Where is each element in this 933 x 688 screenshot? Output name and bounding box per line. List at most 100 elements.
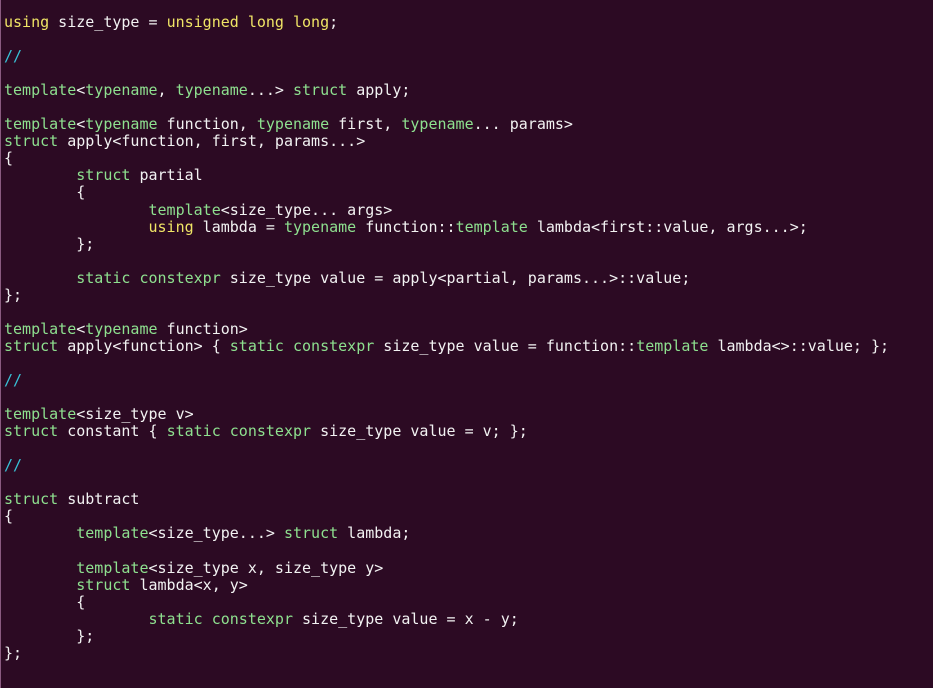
code-token-normal: <size_type x, size_type y> xyxy=(148,558,384,577)
code-token-keyword: typename xyxy=(85,319,158,338)
code-line[interactable]: }; xyxy=(4,285,889,304)
code-token-keyword: typename xyxy=(401,115,474,134)
code-line[interactable]: struct subtract xyxy=(4,491,889,508)
code-token-keyword: typename xyxy=(256,115,330,134)
code-line[interactable]: using size_type = unsigned long long; xyxy=(4,13,889,31)
code-line[interactable]: }; xyxy=(4,626,889,645)
code-token-normal: size_type value = apply<partial, params.… xyxy=(220,268,691,287)
code-line[interactable]: static constexpr size_type value = x - y… xyxy=(4,609,889,628)
code-line[interactable]: { xyxy=(4,150,889,167)
code-token-normal xyxy=(4,166,76,184)
code-line[interactable]: // xyxy=(4,457,889,474)
code-token-keyword: static constexpr xyxy=(148,609,294,628)
code-token-normal: <size_type v> xyxy=(76,405,194,424)
code-editor[interactable]: using size_type = unsigned long long;​//… xyxy=(0,0,933,688)
code-token-keyword: typename xyxy=(85,81,158,100)
code-token-normal xyxy=(4,610,149,628)
code-token-normal: apply<function> { xyxy=(58,336,230,355)
code-token-normal: }; xyxy=(4,285,23,304)
code-token-keyword: template xyxy=(76,524,149,543)
code-token-keyword: typename xyxy=(283,217,357,236)
code-line[interactable]: ​ xyxy=(4,31,889,48)
code-line[interactable]: }; xyxy=(4,234,889,253)
code-token-normal xyxy=(4,218,149,236)
code-token-keyword: template xyxy=(636,336,709,355)
code-token-normal: ...> xyxy=(247,81,293,100)
code-token-comment: // xyxy=(4,47,23,66)
code-token-type: unsigned long long xyxy=(166,13,330,31)
code-token-keyword: struct xyxy=(4,490,59,509)
code-token-normal: function, xyxy=(157,115,257,134)
code-token-normal: <size_type...> xyxy=(148,524,284,543)
code-line[interactable]: struct apply<function, first, params...> xyxy=(4,133,889,150)
code-token-keyword: static constexpr xyxy=(76,268,221,287)
code-token-normal: }; xyxy=(4,234,95,253)
code-line[interactable]: ​ xyxy=(4,389,889,406)
code-token-normal xyxy=(4,559,76,577)
code-token-normal xyxy=(4,269,76,287)
code-line[interactable]: template<typename function> xyxy=(4,319,889,338)
code-line[interactable]: ​ xyxy=(4,474,889,491)
code-token-normal: < xyxy=(76,115,86,134)
code-token-normal: apply; xyxy=(347,81,411,100)
code-token-normal: size_type value = x - y; xyxy=(293,609,519,628)
code-token-normal: , xyxy=(157,81,176,100)
code-token-normal: <size_type... args> xyxy=(220,200,393,219)
code-line[interactable]: ​ xyxy=(4,304,889,321)
code-token-keyword: static constexpr xyxy=(229,336,375,355)
code-token-keyword: struct xyxy=(76,166,131,185)
code-line[interactable]: { xyxy=(4,508,889,525)
code-token-normal: { xyxy=(4,592,86,611)
code-line[interactable]: template<typename, typename...> struct a… xyxy=(4,82,889,99)
code-token-normal: first, xyxy=(329,115,402,134)
code-token-normal: lambda; xyxy=(338,524,411,543)
code-line[interactable]: template<size_type...> struct lambda; xyxy=(4,525,889,542)
code-line[interactable]: template< typename function, typename fir… xyxy=(4,116,889,133)
code-token-normal: }; xyxy=(4,626,95,645)
code-token-type: using xyxy=(148,217,194,236)
code-token-normal: function:: xyxy=(356,217,456,236)
code-token-normal: size_type value = function:: xyxy=(374,336,637,355)
code-line[interactable]: ​ xyxy=(4,99,889,116)
code-line[interactable]: { xyxy=(4,592,889,611)
code-line[interactable]: struct constant { static constexpr size_… xyxy=(4,423,889,440)
code-token-keyword: template xyxy=(4,115,77,134)
code-line[interactable]: struct partial xyxy=(4,167,889,184)
code-token-normal: ; xyxy=(329,13,339,31)
code-line[interactable]: using lambda = typename function::templa… xyxy=(4,217,889,236)
code-line[interactable]: struct lambda<x, y> xyxy=(4,575,889,594)
code-token-keyword: template xyxy=(455,217,528,236)
code-token-keyword: struct xyxy=(4,132,59,151)
code-token-normal: function> xyxy=(157,319,248,338)
code-token-comment: // xyxy=(4,456,23,475)
code-line[interactable]: template<size_type... args> xyxy=(4,200,889,219)
code-token-normal: subtract xyxy=(58,490,140,509)
code-token-keyword: template xyxy=(148,200,221,219)
code-token-normal: { xyxy=(4,149,14,168)
code-line[interactable]: }; xyxy=(4,643,889,662)
code-line[interactable]: ​ xyxy=(4,355,889,372)
code-token-keyword: struct xyxy=(76,575,131,594)
code-line[interactable]: ​ xyxy=(4,542,889,559)
code-line[interactable]: ​ xyxy=(4,253,889,270)
code-line[interactable]: // xyxy=(4,48,889,65)
code-line[interactable]: ​ xyxy=(4,440,889,457)
code-line[interactable]: // xyxy=(4,371,889,389)
code-token-normal: constant { xyxy=(58,422,167,441)
code-line[interactable]: template<size_type v> xyxy=(4,406,889,423)
code-token-keyword: template xyxy=(4,81,77,100)
code-line[interactable]: template<size_type x, size_type y> xyxy=(4,558,889,577)
code-token-keyword: template xyxy=(4,319,77,338)
code-token-keyword: struct xyxy=(293,81,348,100)
code-token-normal xyxy=(4,201,149,219)
code-token-normal: lambda<first::value, args...>; xyxy=(527,217,808,236)
code-line[interactable]: { xyxy=(4,184,889,201)
code-line[interactable]: static constexpr size_type value = apply… xyxy=(4,268,889,287)
code-token-normal: { xyxy=(4,507,14,526)
code-token-normal: }; xyxy=(4,643,23,662)
code-token-keyword: struct xyxy=(283,524,339,543)
code-token-normal: lambda = xyxy=(193,217,284,236)
code-line[interactable]: struct apply<function> { static constexp… xyxy=(4,336,889,355)
code-area[interactable]: using size_type = unsigned long long;​//… xyxy=(4,13,889,662)
code-line[interactable]: ​ xyxy=(4,65,889,82)
